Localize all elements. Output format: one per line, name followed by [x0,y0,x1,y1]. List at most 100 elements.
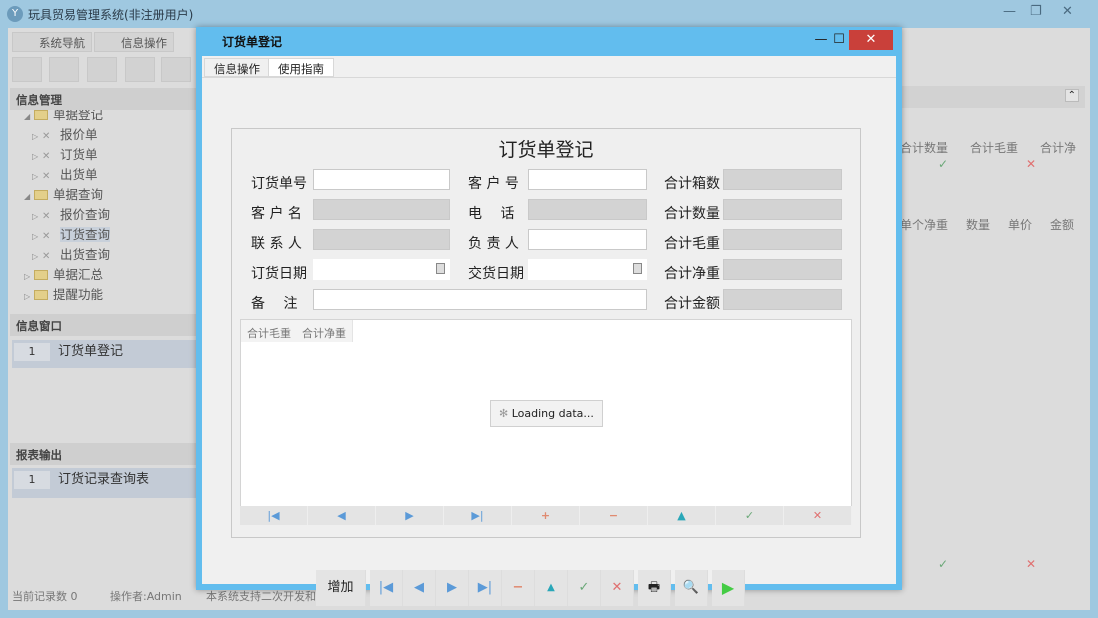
tree-item[interactable]: ▷✕订货单 [32,144,98,164]
last-icon[interactable]: ▶| [469,570,502,606]
calendar-icon[interactable] [633,263,642,274]
print-preview-icon[interactable]: 🔍 [675,570,708,606]
cancel-icon[interactable]: ✕ [601,570,634,606]
section-info-manage: 信息管理 [10,88,197,110]
monitor-icon[interactable] [161,57,191,82]
customer-name-label: 客 户 名 [251,203,311,223]
tree-item-selected[interactable]: ▷✕订货查询 [32,224,110,244]
column-header[interactable]: 合计净重 [296,320,353,342]
last-icon[interactable]: ▶| [444,506,512,525]
delivery-date-picker[interactable] [528,259,647,280]
customer-name-input [313,199,450,220]
tab-user-guide[interactable]: 使用指南 [268,58,334,77]
remark-label: 备 注 [251,293,311,313]
restore-button[interactable]: ❐ [1030,4,1042,19]
order-date-label: 订货日期 [251,263,311,283]
order-form: 订货单登记 订货单号 客 户 号 合计箱数 客 户 名 电 话 合计数量 联 系… [231,128,861,538]
list-icon[interactable] [49,57,79,82]
section-info-window: 信息窗口 [10,314,197,336]
tab-label: 信息操作 [121,36,167,50]
total-gross-input [723,229,842,250]
collapse-icon[interactable]: ⌃ [1065,89,1079,102]
total-net-label: 合计净重 [664,263,724,283]
grid-navigator: |◀ ◀ ▶ ▶| + − ▲ ✓ ✕ [240,506,852,525]
customer-no-label: 客 户 号 [468,173,528,193]
total-net-input [723,259,842,280]
tab-system-nav[interactable]: 系统导航 [12,32,92,52]
total-qty-label: 合计数量 [664,203,724,223]
list-item[interactable]: 1订货单登记 [12,340,197,368]
tree-item[interactable]: ▷提醒功能 [24,284,103,304]
first-icon[interactable]: |◀ [240,506,308,525]
tree-item[interactable]: ◢单据查询 [24,184,103,204]
tree-item[interactable]: ▷✕出货查询 [32,244,110,264]
manager-label: 负 责 人 [468,233,528,253]
minus-icon[interactable]: − [580,506,648,525]
up-icon[interactable]: ▲ [535,570,568,606]
tree-item[interactable]: ▷✕报价查询 [32,204,110,224]
tree-item[interactable]: ◢单据登记 [24,110,103,124]
calendar-icon[interactable] [436,263,445,274]
tree-item[interactable]: ▷单据汇总 [24,264,103,284]
remark-input[interactable] [313,289,647,310]
user-icon[interactable] [125,57,155,82]
run-icon[interactable]: ▶ [712,570,745,606]
x-icon: ✕ [1026,557,1036,571]
delivery-date-label: 交货日期 [468,263,528,283]
next-icon[interactable]: ▶ [376,506,444,525]
next-icon[interactable]: ▶ [436,570,469,606]
app-title: 玩具贸易管理系统(非注册用户) [28,6,193,23]
contact-input [313,229,450,250]
order-no-label: 订货单号 [251,173,311,193]
cancel-icon[interactable]: ✕ [784,506,852,525]
manager-input[interactable] [528,229,647,250]
loading-indicator: ✻ Loading data... [490,400,603,427]
customer-no-input[interactable] [528,169,647,190]
dialog-body: 信息操作 使用指南 订货单登记 订货单号 客 户 号 合计箱数 客 户 名 电 … [202,56,896,584]
column-header[interactable]: 合计毛重 [241,320,298,342]
order-no-input[interactable] [313,169,450,190]
app-logo-icon: Y [7,6,23,22]
print-icon[interactable]: 🖶 [638,570,671,606]
prev-icon[interactable]: ◀ [403,570,436,606]
check-icon[interactable]: ✓ [716,506,784,525]
plus-icon[interactable]: + [512,506,580,525]
form-title: 订货单登记 [232,135,860,162]
tab-info-ops[interactable]: 信息操作 [204,58,270,77]
detail-grid: 合计毛重 合计净重 ✻ Loading data... [240,319,852,524]
check-icon: ✓ [938,157,948,171]
save-icon[interactable]: ✓ [568,570,601,606]
prev-icon[interactable]: ◀ [308,506,376,525]
total-amount-label: 合计金额 [664,293,724,313]
phone-input [528,199,647,220]
tree-item[interactable]: ▷✕报价单 [32,124,98,144]
section-report-output: 报表输出 [10,443,197,465]
close-button[interactable]: ✕ [1062,4,1073,19]
list-item[interactable]: 1订货记录查询表 [12,468,197,498]
contact-label: 联 系 人 [251,233,311,253]
total-boxes-input [723,169,842,190]
nav-tree: ◢单据登记 ▷✕报价单 ▷✕订货单 ▷✕出货单 ◢单据查询 ▷✕报价查询 ▷✕订… [10,110,197,306]
check-icon: ✓ [938,557,948,571]
up-icon[interactable]: ▲ [648,506,716,525]
tree-item[interactable]: ▷✕出货单 [32,164,98,184]
x-icon: ✕ [1026,157,1036,171]
document-icon[interactable] [87,57,117,82]
total-qty-input [723,199,842,220]
operator: 操作者:Admin [110,588,182,604]
total-amount-input [723,289,842,310]
minimize-button[interactable]: — [1003,4,1016,19]
search-icon[interactable] [12,57,42,82]
divider [202,77,896,78]
bottom-toolbar: 增加 |◀ ◀ ▶ ▶| − ▲ ✓ ✕ 🖶 🔍 ▶ [316,570,745,606]
close-button[interactable]: ✕ [849,30,893,50]
bg-grid-headers: 合计数量合计毛重合计净 [900,139,1076,156]
add-button[interactable]: 增加 [316,570,366,606]
first-icon[interactable]: |◀ [370,570,403,606]
total-gross-label: 合计毛重 [664,233,724,253]
tab-info-ops[interactable]: 信息操作 [94,32,174,52]
order-date-picker[interactable] [313,259,450,280]
dialog-title: 订货单登记 [222,33,282,50]
phone-label: 电 话 [468,203,528,223]
delete-icon[interactable]: − [502,570,535,606]
